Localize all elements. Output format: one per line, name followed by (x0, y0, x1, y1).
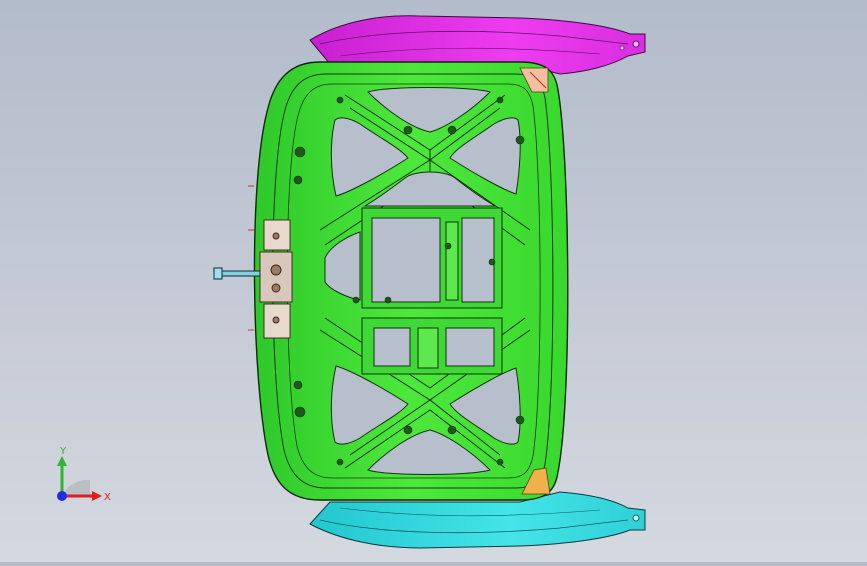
striker-rod[interactable] (213, 267, 261, 280)
reference-markers (248, 185, 254, 331)
graphics-viewport[interactable] (0, 0, 867, 562)
coordinate-triad: Y X (48, 440, 118, 510)
hood-inner-panel[interactable] (253, 61, 569, 501)
x-axis-arrowhead (92, 491, 102, 501)
hood-model-view[interactable] (0, 0, 867, 562)
x-axis-label: X (104, 492, 111, 503)
y-axis-arrowhead (57, 456, 67, 466)
z-axis-dot (57, 491, 67, 501)
y-axis-label: Y (59, 446, 67, 457)
latch-bracket[interactable] (259, 219, 293, 339)
